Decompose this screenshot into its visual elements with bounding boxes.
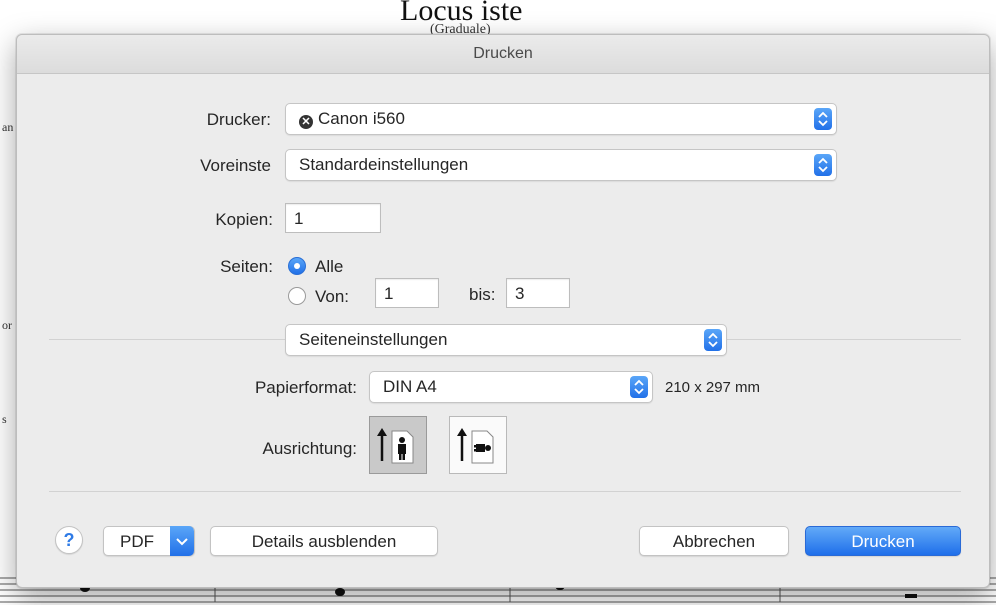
printer-popup[interactable]: ✕ Canon i560 bbox=[285, 103, 837, 135]
pages-to-label: bis: bbox=[469, 285, 496, 304]
paper-value: DIN A4 bbox=[383, 377, 437, 396]
paper-dimensions: 210 x 297 mm bbox=[665, 379, 761, 396]
printer-value: Canon i560 bbox=[318, 109, 405, 128]
dialog-titlebar: Drucken bbox=[17, 35, 989, 74]
print-dialog: Drucken Drucker: ✕ Canon i560 Voreinste S… bbox=[16, 34, 990, 588]
orientation-landscape-button[interactable] bbox=[449, 416, 507, 474]
score-mark: s bbox=[2, 412, 7, 426]
score-mark: or bbox=[2, 318, 12, 332]
score-mark: an bbox=[2, 120, 14, 134]
orientation-label: Ausrichtung: bbox=[262, 439, 358, 458]
popup-arrows-icon bbox=[704, 329, 722, 351]
landscape-icon bbox=[457, 428, 494, 464]
section-popup[interactable]: Seiteneinstellungen bbox=[285, 324, 727, 356]
pdf-dropdown-arrow-icon[interactable] bbox=[170, 526, 194, 556]
pdf-label: PDF bbox=[120, 532, 154, 551]
paper-popup[interactable]: DIN A4 bbox=[369, 371, 653, 403]
popup-arrows-icon bbox=[814, 108, 832, 130]
presets-label: Voreinste bbox=[200, 156, 271, 175]
printer-label: Drucker: bbox=[206, 110, 271, 129]
pages-range-radio[interactable] bbox=[288, 287, 306, 305]
popup-arrows-icon bbox=[630, 376, 648, 398]
copies-label: Kopien: bbox=[215, 210, 273, 229]
portrait-icon bbox=[377, 428, 414, 464]
pages-to-field[interactable]: 3 bbox=[506, 278, 570, 308]
presets-popup[interactable]: Standardeinstellungen bbox=[285, 149, 837, 181]
pages-from-label: Von: bbox=[315, 287, 350, 306]
error-x-icon: ✕ bbox=[299, 115, 313, 129]
orientation-portrait-button[interactable] bbox=[369, 416, 427, 474]
pdf-button[interactable]: PDF bbox=[103, 526, 195, 556]
pages-label: Seiten: bbox=[220, 257, 273, 276]
hide-details-button[interactable]: Details ausblenden bbox=[210, 526, 438, 556]
footer-separator bbox=[49, 491, 961, 492]
section-value: Seiteneinstellungen bbox=[299, 330, 448, 349]
paper-label: Papierformat: bbox=[254, 378, 357, 397]
presets-value: Standardeinstellungen bbox=[299, 155, 469, 174]
dialog-title: Drucken bbox=[473, 45, 533, 62]
help-button[interactable]: ? bbox=[55, 526, 83, 554]
copies-field[interactable]: 1 bbox=[285, 203, 381, 233]
pages-all-radio[interactable] bbox=[288, 257, 306, 275]
pages-from-field[interactable]: 1 bbox=[375, 278, 439, 308]
popup-arrows-icon bbox=[814, 154, 832, 176]
cancel-button[interactable]: Abbrechen bbox=[639, 526, 789, 556]
pages-all-label: Alle bbox=[315, 257, 344, 276]
print-button[interactable]: Drucken bbox=[805, 526, 961, 556]
